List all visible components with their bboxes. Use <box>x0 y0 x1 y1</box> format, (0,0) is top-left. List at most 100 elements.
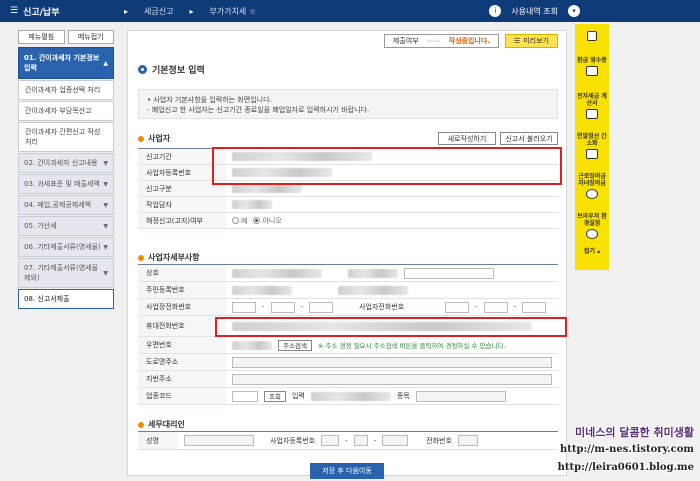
status-arrows: ››››› <box>426 37 441 45</box>
status-bar: 제출여부 ››››› 작성중입니다. ☰ 미리보기 <box>383 34 558 48</box>
section-detail-heading: 사업자세부사항 <box>138 252 200 263</box>
agent-phone-1[interactable] <box>457 435 478 446</box>
sidebar-item-submit[interactable]: 08. 신고서제출 <box>18 289 114 309</box>
form-row-code: 업종코드 조회 입력 종목 <box>138 388 558 405</box>
input-label: 입력 <box>291 392 305 400</box>
form-row-correction: 해정신고(고지)여부 예 아니오 <box>138 213 558 229</box>
field-label: 사업자전화번호 <box>359 303 405 311</box>
load-report-button[interactable]: 신고서 불러오기 <box>500 132 558 145</box>
sidebar-subitem-burden[interactable]: 간이과세자 부담목산고 <box>18 101 114 121</box>
breadcrumb-tax-filing[interactable]: 세금신고 <box>132 0 185 22</box>
sidebar-subitem-industry[interactable]: 간이과세자 업종선택 처리 <box>18 80 114 100</box>
phone2-input-2[interactable] <box>483 301 508 313</box>
quickmenu-incentive[interactable]: 근로장려금 자녀장려금 <box>575 166 609 206</box>
bullet-icon <box>138 421 144 428</box>
field-label: 상호 <box>138 265 226 281</box>
sidebar-item-report-content[interactable]: 02. 간이과세자 신고내용 ▼ <box>18 153 114 173</box>
owner-value <box>232 200 272 209</box>
breadcrumb-vat-label: 부가가치세 <box>209 6 247 16</box>
road-address-input[interactable] <box>232 356 552 368</box>
quickmenu-yearend[interactable]: 연말정산 간소화 <box>575 126 609 166</box>
field-label: 사업장전화번호 <box>138 299 226 315</box>
lock-icon <box>587 31 597 41</box>
star-icon[interactable]: ☆ <box>249 7 256 16</box>
highlight-box <box>212 147 562 185</box>
lookup-button[interactable]: 조회 <box>264 390 286 402</box>
submission-status: 제출여부 ››››› 작성중입니다. <box>383 34 499 48</box>
chevron-up-icon: ▲ <box>103 59 108 67</box>
sidebar-item-label: 05. 가산세 <box>24 222 57 230</box>
sidebar-item-label: 06. 기타제출서류(영세율) <box>24 243 101 251</box>
name-input[interactable] <box>404 267 494 279</box>
radio-no[interactable]: 아니오 <box>253 216 282 226</box>
main-panel: 제출여부 ››››› 작성중입니다. ☰ 미리보기 기본정보 입력 • 사업자 … <box>127 30 567 479</box>
item-input[interactable] <box>415 390 506 402</box>
type-value <box>232 184 302 193</box>
chevron-right-icon: ▸ <box>124 6 129 16</box>
sidebar-item-label: 08. 신고서제출 <box>24 295 70 303</box>
new-write-button[interactable]: 새로작성하기 <box>438 132 496 145</box>
agent-bizno-2[interactable] <box>353 435 368 446</box>
sidebar-item-basic-info[interactable]: 01. 간이과세자 기본정보 입력 ▲ <box>18 47 114 79</box>
chevron-down-icon: ▼ <box>103 222 108 230</box>
sidebar-item-label: 03. 과세표준 및 매출세액 <box>24 180 100 188</box>
sidebar-item-label: 간이과세자 간편신고 작성 처리 <box>25 128 101 146</box>
lot-address-input[interactable] <box>232 373 552 385</box>
list-icon: ☰ <box>513 37 521 45</box>
industry-code-input[interactable] <box>232 390 258 402</box>
phone2-input-1[interactable] <box>445 301 470 313</box>
sidebar-item-deduction[interactable]: 04. 매입,공제공제세액 ▼ <box>18 195 114 215</box>
sidebar-item-other-docs[interactable]: 07. 기타제출서류(영세율 제외) ▼ <box>18 258 114 288</box>
document-icon <box>586 149 598 159</box>
chevron-down-icon: ▼ <box>103 269 108 277</box>
quickmenu-label: 브라우저 환경설정 <box>577 213 607 227</box>
form-row-resident: 주민등록번호 <box>138 282 558 299</box>
quickmenu-invoice[interactable]: 전자세금 계산서 <box>575 86 609 126</box>
phone2-input-3[interactable] <box>522 301 547 313</box>
save-next-button[interactable]: 저장 후 다음이동 <box>310 463 384 479</box>
form-row-road: 도로명주소 <box>138 354 558 371</box>
quickmenu-close[interactable]: 접기 ▴ <box>575 246 609 255</box>
radio-yes[interactable]: 예 <box>232 216 247 226</box>
sidebar-item-label: 간이과세자 부담목산고 <box>25 107 92 115</box>
menu-collapse-tab[interactable]: 메뉴접기 <box>67 30 114 44</box>
quickmenu-close-label: 접기 <box>583 248 595 255</box>
highlight-box <box>215 317 567 337</box>
item-label: 종목 <box>396 392 410 400</box>
agent-bizno-1[interactable] <box>321 435 340 446</box>
sidebar-item-label: 04. 매입,공제공제세액 <box>24 201 92 209</box>
status-label: 제출여부 <box>392 37 419 45</box>
resident-extra <box>338 285 408 295</box>
sidebar-item-other-docs-zero[interactable]: 06. 기타제출서류(영세율) ▼ <box>18 237 114 257</box>
quickmenu-browser[interactable]: 브라우저 환경설정 <box>575 206 609 246</box>
status-state: 작성중입니다. <box>448 37 490 45</box>
form-row-owner: 작업담자 <box>138 197 558 213</box>
phone-input-1[interactable] <box>232 301 256 313</box>
info-icon: i <box>489 5 502 17</box>
preview-button[interactable]: ☰ 미리보기 <box>504 34 558 48</box>
radio-icon <box>253 217 261 224</box>
quickmenu-refund[interactable]: 환급 영수증 <box>575 46 609 86</box>
breadcrumb-vat[interactable]: 부가가치세 ☆ <box>197 0 268 22</box>
section-title: 사업자 <box>148 134 171 143</box>
quickmenu-label: 근로장려금 자녀장려금 <box>578 173 606 187</box>
menu-expand-tab[interactable]: 메뉴펼침 <box>18 30 65 44</box>
chevron-down-icon: ▼ <box>103 180 108 188</box>
sidebar-item-penalty[interactable]: 05. 가산세 ▼ <box>18 216 114 236</box>
dropdown-icon[interactable]: ▾ <box>568 5 580 17</box>
heart-icon <box>586 189 598 199</box>
agent-name-input[interactable] <box>184 435 254 446</box>
agent-bizno-3[interactable] <box>382 435 409 446</box>
sidebar-subitem-simple[interactable]: 간이과세자 간편신고 작성 처리 <box>18 122 114 152</box>
phone-input-3[interactable] <box>309 301 334 313</box>
quickmenu-top <box>575 24 609 46</box>
quickmenu-label: 환급 영수증 <box>577 56 607 64</box>
address-search-button[interactable]: 주소검색 <box>278 339 312 351</box>
name-extra <box>348 268 398 278</box>
menu-toggle[interactable]: ☰ 신고/납부 <box>0 5 120 18</box>
section-title: 사업자세부사항 <box>148 253 200 262</box>
sidebar-item-tax-base[interactable]: 03. 과세표준 및 매출세액 ▼ <box>18 174 114 194</box>
usage-history-link[interactable]: 사용내역 조회 <box>511 6 558 17</box>
phone-input-2[interactable] <box>270 301 295 313</box>
watermark-title: 미네스의 달콤한 취미생활 <box>575 426 694 439</box>
